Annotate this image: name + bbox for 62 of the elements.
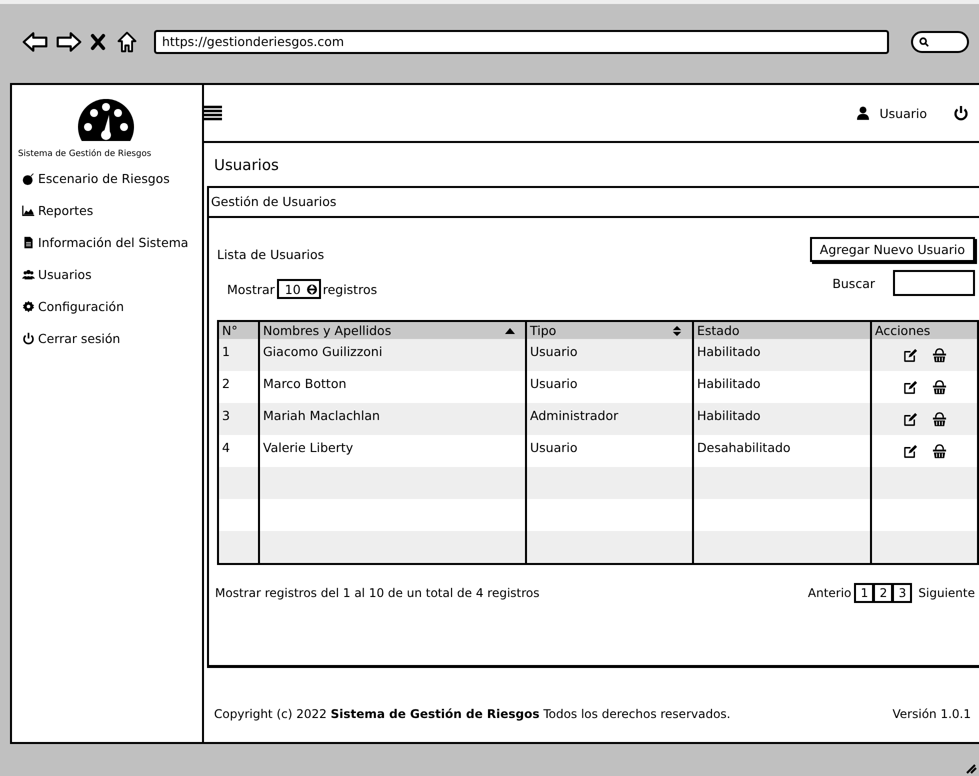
power-icon[interactable] xyxy=(953,105,969,121)
edit-icon[interactable] xyxy=(903,412,918,427)
search-label: Buscar xyxy=(832,276,875,290)
edit-icon[interactable] xyxy=(903,380,918,395)
basket-icon[interactable] xyxy=(932,380,947,395)
chart-icon xyxy=(22,204,35,217)
back-arrow-icon[interactable] xyxy=(22,30,48,52)
close-icon[interactable] xyxy=(90,32,106,52)
search-icon xyxy=(919,36,929,46)
menu-item[interactable]: Configuración xyxy=(22,299,124,314)
menu-icon[interactable] xyxy=(204,105,222,121)
forward-arrow-icon[interactable] xyxy=(56,30,82,52)
table-cell: Mariah Maclachlan xyxy=(260,403,527,435)
basket-icon[interactable] xyxy=(932,444,947,459)
page-button[interactable]: 3 xyxy=(892,583,912,603)
user-name[interactable]: Usuario xyxy=(879,106,927,120)
table-cell: Administrador xyxy=(527,403,694,435)
edit-icon[interactable] xyxy=(903,348,918,363)
resize-grip-icon[interactable] xyxy=(965,762,977,774)
menu-item[interactable]: Escenario de Riesgos xyxy=(22,171,170,186)
edit-icon[interactable] xyxy=(903,444,918,459)
sort-icon[interactable] xyxy=(672,326,682,336)
records-summary: Mostrar registros del 1 al 10 de un total de 4 registros xyxy=(215,586,540,600)
sort-ascending-icon[interactable] xyxy=(505,326,515,336)
menu-item[interactable]: Reportes xyxy=(22,203,94,218)
spinner-icon[interactable] xyxy=(306,282,317,296)
basket-icon[interactable] xyxy=(932,348,947,363)
page-button[interactable]: 2 xyxy=(873,583,894,603)
document-icon xyxy=(22,236,35,249)
table-cell: 3 xyxy=(219,403,260,435)
basket-icon[interactable] xyxy=(932,412,947,427)
copyright-text: Copyright (c) 2022 Sistema de Gestión de Riesgos Todos los derechos reservados. xyxy=(214,707,730,721)
bomb-icon xyxy=(22,172,35,185)
page-button[interactable]: 1 xyxy=(854,583,874,603)
list-title: Lista de Usuarios xyxy=(216,246,324,262)
search-field[interactable] xyxy=(893,270,975,296)
table-cell: Giacomo Guilizzoni xyxy=(260,339,527,371)
table-cell: Habilitado xyxy=(694,403,872,435)
gauge-logo-icon xyxy=(77,99,135,143)
panel-title: Gestión de Usuarios xyxy=(209,188,979,218)
table-cell: 1 xyxy=(219,339,260,371)
menu-item[interactable]: Usuarios xyxy=(22,267,92,282)
show-label: Mostrar xyxy=(227,282,275,296)
user-icon xyxy=(857,106,870,120)
menu-item[interactable]: Información del Sistema xyxy=(22,235,188,250)
power-icon xyxy=(22,332,35,345)
table-cell: Habilitado xyxy=(694,339,872,371)
entries-stepper[interactable]: 10 xyxy=(276,279,321,299)
users-icon xyxy=(22,268,35,281)
next-link[interactable]: Siguiente xyxy=(918,586,975,600)
menu-item[interactable]: Cerrar sesión xyxy=(22,331,120,346)
version-text: Versión 1.0.1 xyxy=(892,707,971,721)
gear-icon xyxy=(22,300,35,313)
show-suffix: registros xyxy=(322,282,378,296)
previous-link[interactable]: Anterio xyxy=(808,586,852,600)
add-user-button[interactable]: Agregar Nuevo Usuario xyxy=(810,236,975,262)
table-cell: Usuario xyxy=(527,339,694,371)
page-title: Usuarios xyxy=(213,154,280,176)
address-field[interactable]: https://gestionderiesgos.com xyxy=(154,30,889,54)
brand-name: Sistema de Gestión de Riesgos xyxy=(18,149,152,159)
column-header[interactable]: Acciones xyxy=(872,322,977,339)
search-field[interactable] xyxy=(911,30,969,52)
